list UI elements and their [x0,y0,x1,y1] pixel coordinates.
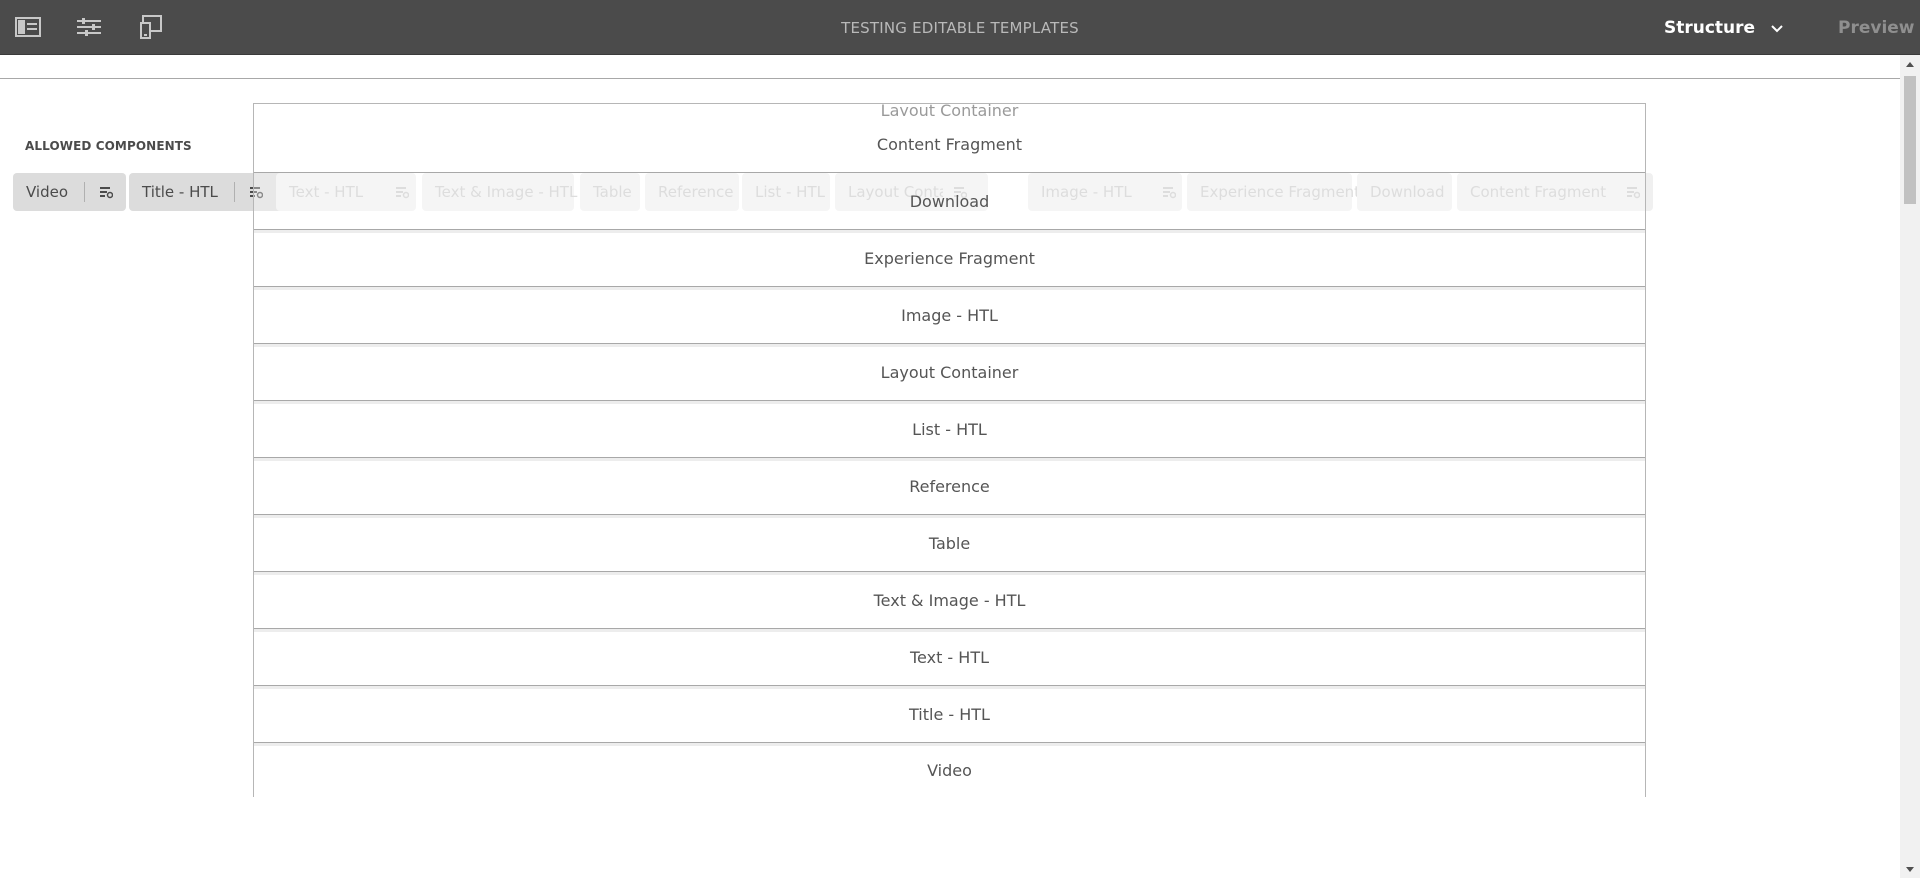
list-item-layout-container[interactable]: Layout Container [254,344,1645,401]
vertical-scrollbar[interactable] [1900,55,1920,878]
row-divider [254,572,1645,575]
list-item-label: Content Fragment [876,134,1023,154]
list-item-experience-fragment[interactable]: Experience Fragment [254,230,1645,287]
list-item-reference[interactable]: Reference [254,458,1645,515]
list-item-label: List - HTL [912,419,987,439]
list-item-content-fragment[interactable]: Content Fragment [254,116,1645,173]
chip-video[interactable]: Video [13,173,126,211]
scroll-up-arrow-icon[interactable] [1900,55,1920,72]
divider [0,78,1900,79]
list-item-label: Text - HTL [909,647,990,667]
chevron-down-icon [1771,18,1783,38]
allowed-components-heading: ALLOWED COMPONENTS [25,139,192,153]
row-divider [254,629,1645,632]
list-item-label: Table [928,533,971,553]
scrollbar-thumb[interactable] [1904,76,1916,204]
list-item-text-image-htl[interactable]: Text & Image - HTL [254,572,1645,629]
preview-button[interactable]: Preview [1838,0,1915,55]
chip-label: Title - HTL [142,183,218,201]
list-item-label: Text & Image - HTL [873,590,1026,610]
page-title: TESTING EDITABLE TEMPLATES [841,18,1079,37]
row-divider [254,515,1645,518]
row-divider [254,458,1645,461]
list-item-label: Layout Container [880,362,1019,382]
top-toolbar: TESTING EDITABLE TEMPLATES Structure Pre… [0,0,1920,55]
side-panel-icon[interactable] [13,13,43,41]
template-editor-canvas: ALLOWED COMPONENTS Video Title - HTL Tex… [0,55,1900,878]
list-item-label: Download [909,191,990,211]
list-item-table[interactable]: Table [254,515,1645,572]
chip-separator [233,182,235,202]
list-item-label: Title - HTL [909,704,990,724]
row-divider [254,344,1645,347]
chip-separator [84,182,86,202]
page-information-icon[interactable] [74,13,104,41]
list-item-label: Video [927,760,972,780]
row-divider [254,230,1645,233]
component-select-list: Layout Container Content Fragment Downlo… [253,103,1646,797]
list-item-text-htl[interactable]: Text - HTL [254,629,1645,686]
chip-label: Video [26,183,69,201]
policy-icon[interactable] [99,185,114,199]
row-divider [254,287,1645,290]
row-divider [254,686,1645,689]
list-item-list-htl[interactable]: List - HTL [254,401,1645,458]
mode-label: Structure [1664,17,1756,38]
row-divider [254,743,1645,746]
list-item-title-htl[interactable]: Title - HTL [254,686,1645,743]
list-item-label: Experience Fragment [864,248,1035,268]
list-item-label: Image - HTL [901,305,998,325]
list-item-image-htl[interactable]: Image - HTL [254,287,1645,344]
mode-selector[interactable]: Structure [1664,0,1783,55]
emulator-icon[interactable] [136,13,166,41]
scroll-down-arrow-icon[interactable] [1900,861,1920,878]
list-item-download[interactable]: Download [254,173,1645,230]
list-item-video[interactable]: Video [254,743,1645,797]
row-divider [254,401,1645,404]
list-item-label: Reference [909,476,990,496]
ghost-list-item: Layout Container [880,104,1019,116]
